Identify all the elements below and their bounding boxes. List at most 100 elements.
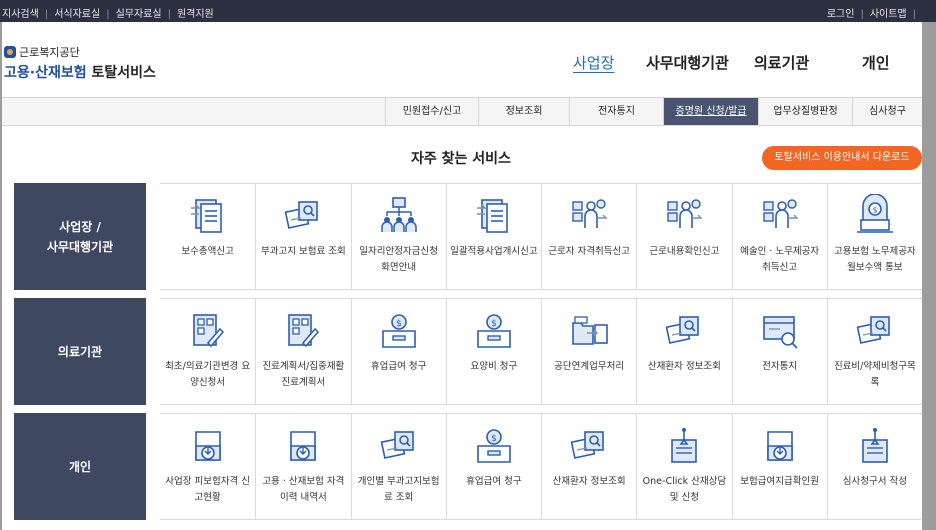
org-name: 근로복지공단	[4, 44, 156, 60]
svg-text:$: $	[491, 434, 497, 444]
subnav-info-lookup[interactable]: 정보조회	[478, 98, 569, 125]
download-box-icon	[186, 424, 230, 468]
service-tile[interactable]: $ 요양비 청구	[445, 299, 541, 404]
divider: |	[860, 9, 864, 20]
service-label: 심사청구서 작성	[842, 476, 907, 487]
document-list-icon	[472, 194, 516, 238]
service-tile[interactable]: 개인별 부과고지보험료 조회	[350, 414, 446, 519]
service-label: 개인별 부과고지보험료 조회	[357, 476, 440, 503]
folder-exchange-icon	[567, 309, 611, 353]
service-tile[interactable]: One-Click 산재상담 및 신청	[636, 414, 731, 519]
service-tile[interactable]: 고용 · 산재보험 자격 이력 내역서	[255, 414, 350, 519]
gnb-business[interactable]: 사업장	[573, 52, 614, 73]
subnav-disease-judgment[interactable]: 업무상질병판정	[758, 98, 852, 125]
subnav-certificate[interactable]: 증명원 신청/발급	[663, 98, 758, 125]
service-label: 예술인 · 노무제공자 취득신고	[740, 246, 820, 273]
person-form-icon	[758, 194, 802, 238]
service-tile[interactable]: 근로자 자격취득신고	[541, 184, 636, 289]
header: 근로복지공단 고용·산재보험 토탈서비스 사업장 사무대행기관 의료기관 개인	[0, 22, 922, 97]
category-business: 사업장 / 사무대행기관	[14, 183, 146, 290]
service-tile[interactable]: 보험급여지급확인원	[731, 414, 827, 519]
svg-text:$: $	[396, 319, 402, 329]
subnav-e-notice[interactable]: 전자통지	[569, 98, 663, 125]
service-tile[interactable]: 일자리안정자금신청 화면안내	[350, 184, 446, 289]
service-label: 고용 · 산재보험 자격 이력 내역서	[262, 476, 345, 503]
practice-library-link[interactable]: 실무자료실	[116, 9, 162, 20]
service-tile[interactable]: 보수총액신고	[160, 184, 255, 289]
branch-search-link[interactable]: 지사검색	[2, 9, 39, 20]
service-label: 산재환자 정보조회	[647, 361, 721, 372]
svg-text:$: $	[491, 319, 497, 329]
service-grid-business: 보수총액신고 부과고지 보험료 조회 일자리안정자금신청 화면안내 일괄적용사업개시신…	[160, 183, 922, 290]
org-chart-icon	[377, 194, 421, 238]
service-tile[interactable]: $ 고용보험 노무제공자 월보수액 통보	[826, 184, 922, 289]
logo-mark-icon	[4, 46, 16, 58]
service-label: 보험급여지급확인원	[740, 476, 819, 487]
service-label: 일괄적용사업개시신고	[450, 246, 538, 257]
service-tile[interactable]: $ 휴업급여 청구	[445, 414, 541, 519]
gnb-medical[interactable]: 의료기관	[754, 52, 809, 73]
service-tile[interactable]: 산재환자 정보조회	[636, 299, 731, 404]
service-tile[interactable]: 최초/의료기관변경 요양신청서	[160, 299, 255, 404]
top-right-links: 로그인 | 사이트맵 |	[827, 5, 922, 20]
pen-document-icon	[662, 424, 706, 468]
card-search-icon	[281, 194, 325, 238]
service-tile[interactable]: 예술인 · 노무제공자 취득신고	[731, 184, 827, 289]
service-tile[interactable]: $ 휴업급여 청구	[350, 299, 446, 404]
right-frame	[922, 22, 936, 530]
monitor-search-icon	[758, 309, 802, 353]
service-label: 사업장 피보험자격 신고현황	[165, 476, 250, 503]
service-label: 공단연계업무처리	[554, 361, 625, 372]
service-tile[interactable]: 진료비/약제비청구목록	[826, 299, 922, 404]
service-tile[interactable]: 공단연계업무처리	[541, 299, 636, 404]
remote-support-link[interactable]: 원격지원	[177, 9, 214, 20]
service-tile[interactable]: 일괄적용사업개시신고	[445, 184, 541, 289]
gnb-agency[interactable]: 사무대행기관	[646, 52, 729, 73]
service-label: 고용보험 노무제공자 월보수액 통보	[834, 246, 916, 273]
service-label: 전자통지	[762, 361, 798, 372]
document-list-icon	[186, 194, 230, 238]
service-label: 근로내용확인신고	[649, 246, 720, 257]
money-laptop-icon: $	[853, 193, 897, 238]
service-tile[interactable]: 산재환자 정보조회	[541, 414, 636, 519]
service-tile[interactable]: 심사청구서 작성	[826, 414, 922, 519]
service-tile[interactable]: 부과고지 보험료 조회	[255, 184, 350, 289]
service-label: One-Click 산재상담 및 신청	[642, 476, 727, 503]
sitemap-link[interactable]: 사이트맵	[870, 9, 907, 20]
subnav-review-request[interactable]: 심사청구	[852, 98, 922, 125]
site-logo[interactable]: 근로복지공단 고용·산재보험 토탈서비스	[4, 44, 156, 82]
service-tile[interactable]: 근로내용확인신고	[636, 184, 731, 289]
service-label: 휴업급여 청구	[466, 476, 522, 487]
top-utility-bar: 지사검색 | 서식자료실 | 실무자료실 | 원격지원 로그인 | 사이트맵 |	[0, 0, 936, 22]
service-label: 일자리안정자금신청 화면안내	[359, 246, 438, 273]
service-label: 최초/의료기관변경 요양신청서	[165, 361, 251, 388]
download-box-icon	[758, 424, 802, 468]
divider: |	[167, 9, 171, 20]
subnav-civil-report[interactable]: 민원접수/신고	[385, 98, 478, 125]
guide-download-button[interactable]: 토탈서비스 이용안내서 다운로드	[762, 146, 922, 170]
divider: |	[912, 9, 916, 20]
left-frame	[0, 22, 2, 530]
service-tile[interactable]: 사업장 피보험자격 신고현황	[160, 414, 255, 519]
forms-library-link[interactable]: 서식자료실	[54, 9, 100, 20]
service-grid-medical: 최초/의료기관변경 요양신청서 진료계획서/집중재활진료계획서 $ 휴업급여 청구 $ 요…	[160, 298, 922, 405]
service-label: 보수총액신고	[181, 246, 234, 257]
pen-document-icon	[853, 424, 897, 468]
card-search-icon	[853, 309, 897, 353]
service-label: 산재환자 정보조회	[552, 476, 626, 487]
login-link[interactable]: 로그인	[827, 9, 855, 20]
service-tile[interactable]: 진료계획서/집중재활진료계획서	[255, 299, 350, 404]
service-label: 근로자 자격취득신고	[548, 246, 630, 257]
card-search-icon	[567, 424, 611, 468]
medical-form-icon	[281, 309, 325, 353]
gnb-personal[interactable]: 개인	[862, 52, 890, 73]
service-label: 휴업급여 청구	[370, 361, 427, 372]
money-box-icon: $	[377, 309, 421, 353]
money-box-icon: $	[472, 309, 516, 353]
service-grid-personal: 사업장 피보험자격 신고현황 고용 · 산재보험 자격 이력 내역서 개인별 부과고…	[160, 413, 922, 520]
service-tile[interactable]: 전자통지	[731, 299, 827, 404]
divider: |	[106, 9, 110, 20]
card-search-icon	[377, 424, 421, 468]
category-personal: 개인	[14, 413, 146, 520]
person-form-icon	[567, 194, 611, 238]
